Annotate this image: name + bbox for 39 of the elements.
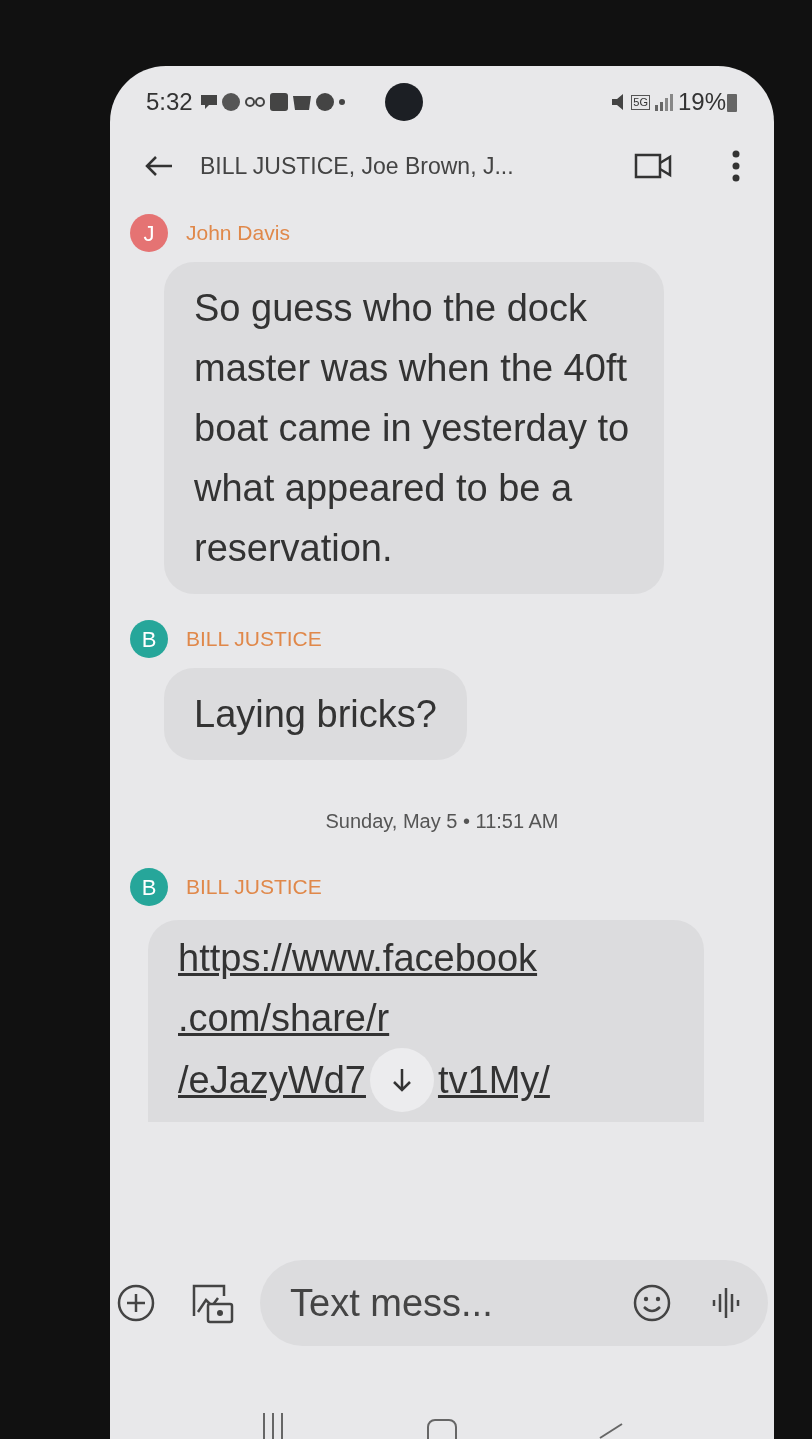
circle-icon	[221, 93, 240, 111]
voice-waveform-icon[interactable]	[712, 1286, 742, 1320]
network-indicator: 5G	[631, 94, 650, 110]
back-icon[interactable]	[144, 154, 174, 178]
video-call-icon[interactable]	[634, 153, 672, 179]
link[interactable]: tv1My/	[437, 1050, 550, 1110]
link[interactable]: https://www.facebook	[178, 928, 674, 988]
add-icon[interactable]	[116, 1283, 156, 1323]
message-bubble: Laying bricks?	[164, 668, 467, 760]
home-icon[interactable]	[427, 1419, 457, 1439]
emoji-icon[interactable]	[632, 1283, 672, 1323]
compose-field[interactable]: Text mess...	[260, 1260, 768, 1346]
message-input-field[interactable]: Text mess...	[290, 1274, 624, 1332]
battery-percent: 19%	[677, 87, 726, 117]
sender-name: John Davis	[186, 220, 290, 247]
battery-icon	[726, 91, 738, 113]
sender-name: BILL JUSTICE	[186, 626, 322, 653]
signal-icon	[653, 93, 674, 111]
conversation-title: BILL JUSTICE, Joe Brown, J...	[200, 151, 514, 181]
sender-name: BILL JUSTICE	[186, 874, 322, 901]
app-square-icon	[269, 93, 288, 111]
gallery-icon[interactable]	[190, 1282, 234, 1324]
back-nav-icon[interactable]	[599, 1423, 623, 1439]
mute-icon	[612, 94, 624, 110]
date-divider: Sunday, May 5 • 11:51 AM	[325, 809, 559, 834]
dot-icon	[338, 99, 345, 105]
link[interactable]: /eJazyWd7	[178, 1050, 366, 1110]
avatar: B	[130, 868, 168, 906]
status-time: 5:32	[146, 87, 193, 117]
down-arrow-icon	[390, 1067, 413, 1093]
chat-icon	[200, 95, 217, 109]
voicemail-icon	[244, 97, 265, 107]
link[interactable]: .com/share/r	[178, 988, 674, 1048]
avatar: B	[130, 620, 168, 658]
recent-apps-icon[interactable]	[261, 1413, 285, 1439]
avatar: J	[130, 214, 168, 252]
more-options-icon[interactable]	[732, 150, 740, 182]
message-bubble: So guess who the dock master was when the 40ft boat came in yesterday to what appeared to be a reservation.	[164, 262, 664, 594]
camera-hole-icon	[384, 83, 423, 121]
